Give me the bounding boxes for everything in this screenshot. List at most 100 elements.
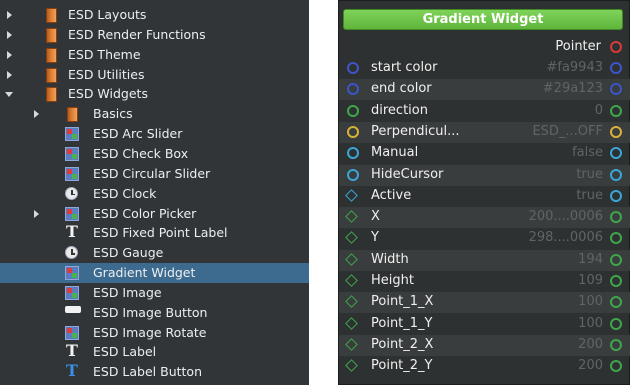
output-pin-icon[interactable]: [610, 275, 622, 287]
input-diamond-icon[interactable]: [345, 252, 358, 266]
collapse-arrow-icon[interactable]: [4, 70, 14, 80]
output-pin-icon[interactable]: [610, 360, 622, 373]
tree-item[interactable]: ESD Arc Slider: [0, 124, 309, 144]
output-pin-icon[interactable]: [610, 168, 622, 181]
property-row: X 200....0006: [339, 207, 630, 229]
output-pin-icon[interactable]: [610, 253, 622, 266]
tree-item-label: ESD Image: [93, 284, 162, 300]
output-pin-icon[interactable]: [610, 317, 622, 330]
output-pin-icon[interactable]: [610, 147, 622, 160]
input-diamond-icon[interactable]: [345, 210, 358, 223]
tree-item[interactable]: Gradient Widget: [0, 263, 309, 284]
tree-item[interactable]: T ESD Label Button: [0, 360, 309, 382]
property-row: Height 109: [339, 271, 630, 292]
property-value[interactable]: false: [572, 145, 603, 160]
tree-item[interactable]: ESD Utilities: [0, 65, 309, 85]
input-diamond-icon[interactable]: [345, 274, 358, 287]
output-pin-icon[interactable]: [610, 41, 622, 53]
tree-item[interactable]: ESD Gauge: [0, 243, 309, 263]
property-value[interactable]: 109: [578, 273, 603, 288]
collapse-arrow-icon[interactable]: [31, 209, 41, 219]
collapse-arrow-icon[interactable]: [4, 50, 14, 60]
output-pin-icon[interactable]: [610, 211, 622, 224]
tree-item-label: ESD Image Rotate: [93, 324, 207, 340]
output-pin-icon[interactable]: [610, 338, 622, 351]
tree-item[interactable]: ESD Clock: [0, 184, 309, 204]
input-diamond-icon[interactable]: [345, 231, 358, 245]
input-pin-icon[interactable]: [347, 83, 359, 96]
text-blue-icon: T: [66, 360, 78, 380]
folder-icon: [46, 47, 57, 63]
output-pin-icon[interactable]: [610, 83, 622, 96]
input-pin-icon[interactable]: [347, 168, 359, 181]
input-pin-icon[interactable]: [347, 125, 359, 138]
input-diamond-icon[interactable]: [345, 338, 358, 351]
clock-icon: [65, 186, 78, 200]
property-label: Point_2_X: [371, 336, 434, 352]
tree-item[interactable]: ESD Widgets: [0, 84, 309, 104]
expand-arrow-icon[interactable]: [4, 89, 14, 99]
collapse-arrow-icon[interactable]: [4, 30, 14, 40]
property-value[interactable]: 0: [595, 103, 603, 118]
widget-icon: [65, 127, 79, 142]
property-value[interactable]: ESD_...OFF: [532, 124, 603, 139]
tree-item[interactable]: ESD Color Picker: [0, 204, 309, 224]
property-value[interactable]: 298....0006: [529, 230, 603, 245]
output-pin-icon[interactable]: [610, 62, 622, 74]
tree-item[interactable]: ESD Check Box: [0, 144, 309, 164]
folder-icon: [46, 27, 57, 43]
tree-item[interactable]: ESD Image Rotate: [0, 323, 309, 343]
tree-item-label: ESD Fixed Point Label: [93, 225, 228, 241]
collapse-arrow-icon[interactable]: [31, 109, 41, 119]
tree-item[interactable]: ESD Image Button: [0, 303, 309, 323]
input-pin-icon[interactable]: [347, 62, 359, 74]
tree-item[interactable]: ESD Layouts: [0, 5, 309, 25]
property-row: Manual false: [339, 143, 630, 164]
tree-item[interactable]: T ESD Fixed Point Label: [0, 222, 309, 243]
tree-item-label: ESD Color Picker: [93, 205, 197, 221]
property-row: Active true: [339, 186, 630, 207]
tree-item-label: ESD Check Box: [93, 145, 189, 161]
node-panel: Gradient Widget Pointer start color #fa99…: [338, 0, 630, 385]
input-diamond-icon[interactable]: [345, 359, 358, 373]
collapse-arrow-icon[interactable]: [4, 10, 14, 20]
property-row: direction 0: [339, 101, 630, 122]
node-title-bar[interactable]: Gradient Widget: [343, 9, 623, 30]
folder-icon: [46, 8, 57, 23]
property-value[interactable]: 100: [578, 294, 603, 309]
output-pin-icon[interactable]: [610, 104, 622, 117]
output-pin-icon[interactable]: [610, 296, 622, 309]
property-value[interactable]: 194: [578, 252, 603, 267]
property-label: Y: [371, 230, 379, 246]
widget-icon: [65, 206, 79, 221]
output-pin-icon[interactable]: [610, 125, 622, 138]
tree-item[interactable]: ESD Image: [0, 283, 309, 303]
tree-item[interactable]: ESD Circular Slider: [0, 164, 309, 184]
tree-item[interactable]: T ESD Label: [0, 341, 309, 362]
tree-item[interactable]: Basics: [0, 104, 309, 124]
property-value[interactable]: 200: [578, 358, 603, 373]
property-value[interactable]: true: [576, 188, 603, 203]
property-label: Perpendicul...: [371, 123, 460, 139]
property-value[interactable]: #fa9943: [546, 60, 603, 75]
property-label: HideCursor: [371, 166, 444, 182]
widget-icon: [65, 146, 79, 161]
tree-item-label: ESD Image Button: [93, 304, 208, 320]
property-value[interactable]: true: [576, 167, 603, 182]
input-diamond-icon[interactable]: [345, 295, 358, 309]
output-pin-icon[interactable]: [610, 232, 622, 245]
tree-item[interactable]: ESD Render Functions: [0, 25, 309, 45]
property-row: start color #fa9943: [339, 58, 630, 79]
tree-item[interactable]: ESD Theme: [0, 45, 309, 65]
property-value[interactable]: 100: [578, 316, 603, 331]
property-value[interactable]: #29a123: [543, 81, 603, 96]
clock-icon: [65, 246, 78, 260]
input-diamond-icon[interactable]: [345, 316, 358, 330]
property-value[interactable]: 200: [578, 337, 603, 352]
output-pin-icon[interactable]: [610, 189, 622, 202]
property-value[interactable]: 200....0006: [529, 209, 603, 224]
input-pin-icon[interactable]: [347, 104, 359, 117]
input-diamond-icon[interactable]: [345, 188, 358, 202]
input-pin-icon[interactable]: [347, 147, 359, 160]
tree-item-label: ESD Utilities: [68, 66, 145, 82]
